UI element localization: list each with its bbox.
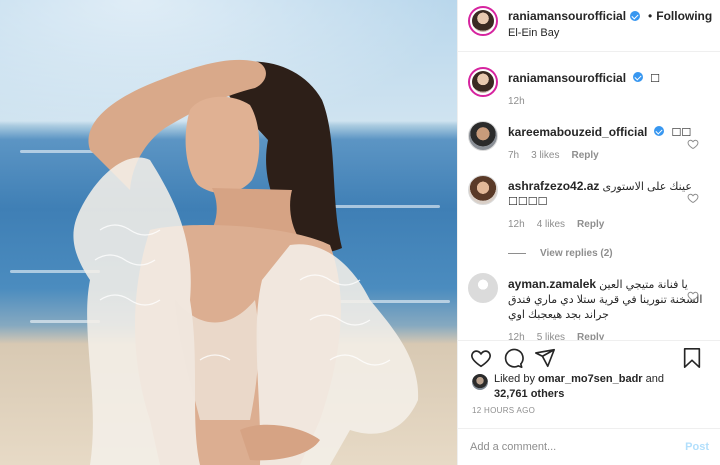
caption-username[interactable]: raniamansourofficial bbox=[508, 71, 626, 85]
reply-button[interactable]: Reply bbox=[577, 332, 604, 340]
comment-item: kareemabouzeid_official ☐☐ 7h 3 likes Re… bbox=[468, 107, 720, 161]
like-comment-heart-icon[interactable] bbox=[687, 290, 699, 302]
following-button[interactable]: Following bbox=[656, 9, 712, 23]
view-replies-label: View replies (2) bbox=[540, 248, 613, 259]
verified-badge-icon bbox=[633, 72, 644, 82]
like-comment-heart-icon[interactable] bbox=[687, 192, 699, 204]
verified-badge-icon bbox=[630, 11, 641, 21]
avatar[interactable] bbox=[468, 273, 498, 303]
comment-likes[interactable]: 5 likes bbox=[537, 332, 565, 340]
location-link[interactable]: El-Ein Bay bbox=[508, 27, 712, 39]
action-bar bbox=[458, 340, 720, 370]
likes-summary: Liked by omar_mo7sen_badr and 32,761 oth… bbox=[472, 372, 712, 402]
likes-count[interactable]: 32,761 others bbox=[494, 388, 564, 400]
comment-text: عينك على الاستورى bbox=[602, 181, 692, 193]
post-photo[interactable] bbox=[0, 0, 457, 465]
comment-username[interactable]: ayman.zamalek bbox=[508, 277, 596, 291]
comment-username[interactable]: kareemabouzeid_official bbox=[508, 125, 647, 139]
heart-icon[interactable] bbox=[470, 347, 492, 369]
post-timestamp[interactable]: 12 HOURS AGO bbox=[472, 406, 535, 415]
avatar[interactable] bbox=[468, 121, 498, 151]
post-header: raniamansourofficial • Following El-Ein … bbox=[458, 0, 720, 52]
separator-dot: • bbox=[648, 9, 653, 23]
comment-age[interactable]: 12h bbox=[508, 332, 525, 340]
likes-and: and bbox=[645, 373, 665, 385]
comment-age[interactable]: 7h bbox=[508, 150, 519, 161]
avatar[interactable] bbox=[468, 67, 498, 97]
caption: raniamansourofficial ☐ 12h bbox=[468, 53, 720, 107]
header-username[interactable]: raniamansourofficial bbox=[508, 9, 626, 23]
bookmark-icon[interactable] bbox=[681, 347, 703, 369]
view-replies-line bbox=[508, 253, 526, 254]
liker-avatar[interactable] bbox=[472, 374, 488, 390]
woman-figure-illustration bbox=[73, 59, 419, 465]
comment-item: ashrafzezo42.az عينك على الاستورى ☐☐☐☐ 1… bbox=[468, 161, 720, 230]
verified-badge-icon bbox=[654, 126, 665, 136]
comments-list[interactable]: raniamansourofficial ☐ 12h kareemabouzei… bbox=[458, 53, 720, 340]
comment-username[interactable]: ashrafzezo42.az bbox=[508, 179, 599, 193]
post-comment-button[interactable]: Post bbox=[685, 441, 709, 453]
reply-button[interactable]: Reply bbox=[571, 150, 598, 161]
post-sidebar: raniamansourofficial • Following El-Ein … bbox=[457, 0, 720, 465]
comment-age[interactable]: 12h bbox=[508, 219, 525, 230]
comment-item: ayman.zamalek يا فنانة متيجي العين السخن… bbox=[468, 259, 720, 340]
liker-username[interactable]: omar_mo7sen_badr bbox=[538, 373, 643, 385]
view-replies-button[interactable]: View replies (2) bbox=[508, 248, 720, 259]
add-comment-bar: Post bbox=[458, 428, 720, 465]
like-comment-heart-icon[interactable] bbox=[687, 138, 699, 150]
caption-text: ☐ bbox=[650, 73, 661, 85]
comment-likes[interactable]: 3 likes bbox=[531, 150, 559, 161]
caption-age[interactable]: 12h bbox=[508, 96, 525, 107]
instagram-post: raniamansourofficial • Following El-Ein … bbox=[0, 0, 720, 465]
comment-text-line2: ☐☐☐☐ bbox=[508, 196, 548, 208]
likes-prefix: Liked by bbox=[494, 373, 535, 385]
avatar[interactable] bbox=[468, 6, 498, 36]
comment-input[interactable] bbox=[470, 441, 686, 453]
share-icon[interactable] bbox=[534, 347, 556, 369]
reply-button[interactable]: Reply bbox=[577, 219, 604, 230]
comment-icon[interactable] bbox=[502, 347, 524, 369]
avatar[interactable] bbox=[468, 175, 498, 205]
comment-likes[interactable]: 4 likes bbox=[537, 219, 565, 230]
